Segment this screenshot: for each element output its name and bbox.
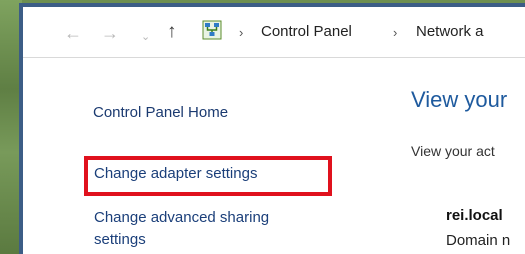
network-icon [202,20,222,40]
breadcrumb-separator: › [393,25,398,40]
breadcrumb-control-panel[interactable]: Control Panel [261,23,352,40]
link-line-2: settings [94,231,146,248]
change-adapter-settings-link[interactable]: Change adapter settings [94,165,257,182]
address-bar: ← → ⌄ ↑ › Control Panel › Network a [23,7,525,58]
up-arrow-icon[interactable]: ↑ [167,22,177,41]
control-panel-window: ← → ⌄ ↑ › Control Panel › Network a Cont… [19,3,525,254]
change-advanced-sharing-settings-link[interactable]: Change advanced sharing settings [94,207,269,251]
forward-arrow-icon[interactable]: → [101,24,119,42]
recent-locations-chevron-icon[interactable]: ⌄ [141,28,150,46]
link-line-1: Change advanced sharing [94,209,270,226]
network-name: rei.local [446,207,503,224]
network-type: Domain n [446,232,511,249]
breadcrumb-separator: › [239,25,244,40]
back-arrow-icon[interactable]: ← [64,24,82,42]
page-title: View your [411,87,508,112]
breadcrumb-network[interactable]: Network a [416,23,484,40]
control-panel-home-link[interactable]: Control Panel Home [93,104,228,121]
page-subtitle: View your act [411,143,495,159]
